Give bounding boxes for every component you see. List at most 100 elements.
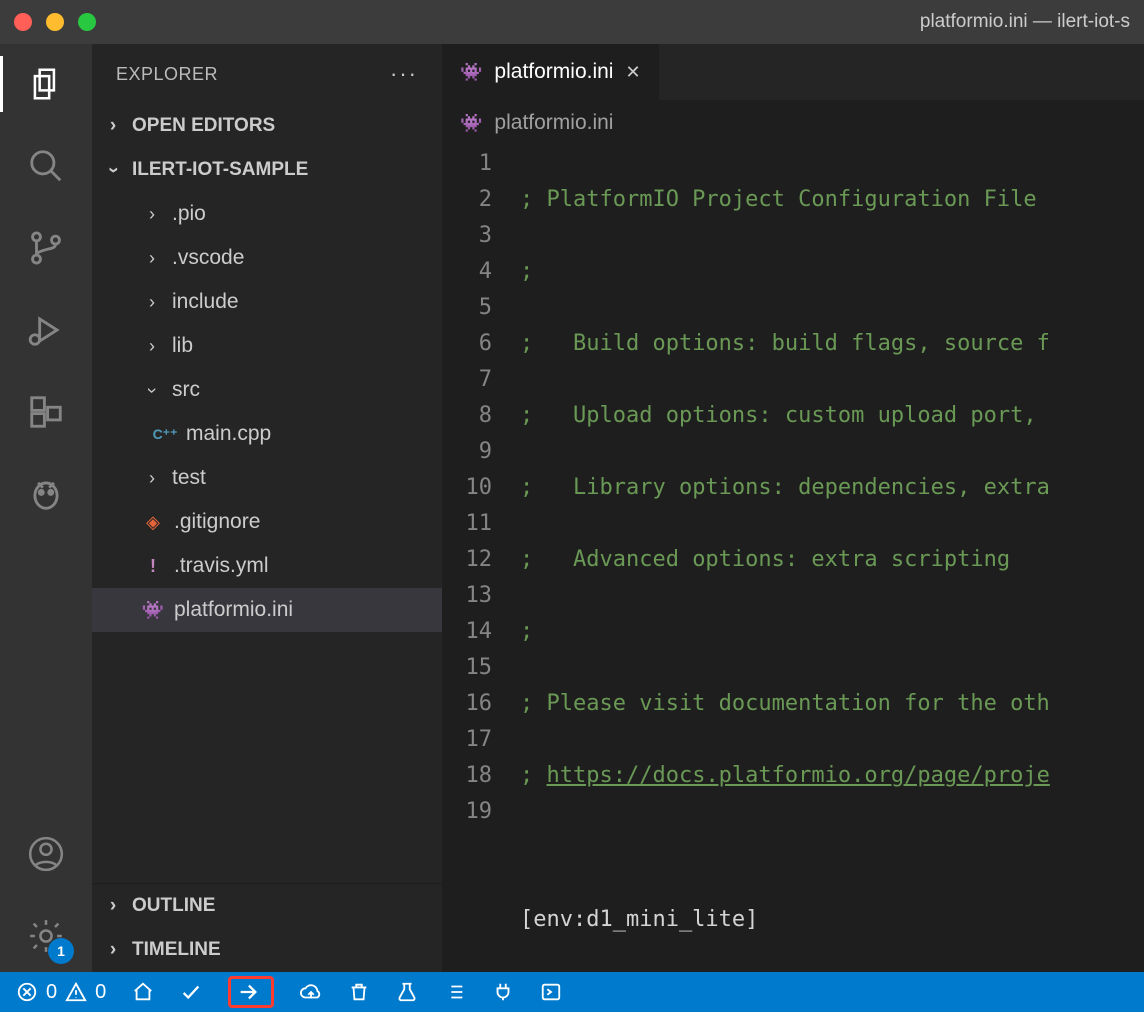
activity-bar: 1 xyxy=(0,44,92,972)
accounts-activity[interactable] xyxy=(24,832,68,876)
pio-remote-button[interactable] xyxy=(300,981,322,1003)
chevron-right-icon: › xyxy=(142,204,162,225)
debug-activity[interactable] xyxy=(24,308,68,352)
chevron-right-icon: › xyxy=(102,115,124,137)
tree-label: .travis.yml xyxy=(174,554,269,578)
settings-activity[interactable]: 1 xyxy=(24,914,68,958)
files-icon xyxy=(27,65,65,103)
tree-folder-src[interactable]: ›src xyxy=(92,368,442,412)
cloud-upload-icon xyxy=(300,981,322,1003)
open-editors-section[interactable]: › OPEN EDITORS xyxy=(92,104,442,148)
minimize-window-button[interactable] xyxy=(46,13,64,31)
platformio-icon xyxy=(27,475,65,513)
pio-build-button[interactable] xyxy=(180,981,202,1003)
line-number: 17 xyxy=(442,722,492,758)
error-icon xyxy=(16,981,38,1003)
outline-section[interactable]: › OUTLINE xyxy=(92,884,442,928)
check-icon xyxy=(180,981,202,1003)
chevron-right-icon: › xyxy=(102,939,124,961)
home-icon xyxy=(132,981,154,1003)
tab-platformio[interactable]: 👾 platformio.ini ✕ xyxy=(442,44,660,100)
tree-folder-vscode[interactable]: › .vscode xyxy=(92,236,442,280)
folder-section[interactable]: › ILERT-IOT-SAMPLE xyxy=(92,148,442,192)
extensions-activity[interactable] xyxy=(24,390,68,434)
beaker-icon xyxy=(396,981,418,1003)
code-editor[interactable]: 12345678910111213141516171819 ; Platform… xyxy=(442,146,1144,972)
tree-label: lib xyxy=(172,334,193,358)
chevron-down-icon: › xyxy=(142,380,163,400)
search-icon xyxy=(27,147,65,185)
pio-test-button[interactable] xyxy=(396,981,418,1003)
tree-file-platformio[interactable]: 👾platformio.ini xyxy=(92,588,442,632)
pio-terminal-button[interactable] xyxy=(540,981,562,1003)
tab-bar: 👾 platformio.ini ✕ xyxy=(442,44,1144,100)
line-number: 8 xyxy=(442,398,492,434)
line-number: 15 xyxy=(442,650,492,686)
maximize-window-button[interactable] xyxy=(78,13,96,31)
git-file-icon: ◈ xyxy=(142,512,164,533)
arrow-right-icon xyxy=(237,981,259,1003)
line-number: 1 xyxy=(442,146,492,182)
trash-icon xyxy=(348,981,370,1003)
pio-clean-button[interactable] xyxy=(348,981,370,1003)
line-number: 11 xyxy=(442,506,492,542)
tree-folder-lib[interactable]: › lib xyxy=(92,324,442,368)
section-label: OUTLINE xyxy=(132,895,215,917)
line-numbers: 12345678910111213141516171819 xyxy=(442,146,520,972)
tree-file-main-cpp[interactable]: C⁺⁺ main.cpp xyxy=(92,412,442,456)
tree-label: test xyxy=(172,466,206,490)
line-number: 12 xyxy=(442,542,492,578)
terminal-icon xyxy=(540,981,562,1003)
line-number: 18 xyxy=(442,758,492,794)
line-number: 10 xyxy=(442,470,492,506)
file-tree: ›.pio › .vscode › include › lib ›src C⁺⁺ mai… xyxy=(92,192,442,883)
sidebar-more-button[interactable]: ··· xyxy=(390,61,418,87)
tree-folder-include[interactable]: › include xyxy=(92,280,442,324)
line-number: 4 xyxy=(442,254,492,290)
cpp-file-icon: C⁺⁺ xyxy=(154,426,176,443)
warning-icon xyxy=(65,981,87,1003)
sidebar-header: EXPLORER ··· xyxy=(92,44,442,104)
source-control-activity[interactable] xyxy=(24,226,68,270)
chevron-right-icon: › xyxy=(102,895,124,917)
tree-label: .vscode xyxy=(172,246,244,270)
explorer-sidebar: EXPLORER ··· › OPEN EDITORS › ILERT-IOT-… xyxy=(92,44,442,972)
debug-icon xyxy=(27,311,65,349)
chevron-right-icon: › xyxy=(142,292,162,313)
line-number: 9 xyxy=(442,434,492,470)
tree-file-travis[interactable]: !.travis.yml xyxy=(92,544,442,588)
platformio-file-icon: 👾 xyxy=(460,113,482,134)
pio-tasks-button[interactable] xyxy=(444,981,466,1003)
pio-serial-button[interactable] xyxy=(492,981,514,1003)
close-window-button[interactable] xyxy=(14,13,32,31)
line-number: 14 xyxy=(442,614,492,650)
titlebar: platformio.ini — ilert-iot-s xyxy=(0,0,1144,44)
tree-file-gitignore[interactable]: ◈.gitignore xyxy=(92,500,442,544)
tree-folder-pio[interactable]: ›.pio xyxy=(92,192,442,236)
warning-count: 0 xyxy=(95,981,106,1004)
editor-area: 👾 platformio.ini ✕ 👾 platformio.ini 1234… xyxy=(442,44,1144,972)
tree-label: main.cpp xyxy=(186,422,271,446)
platformio-activity[interactable] xyxy=(24,472,68,516)
platformio-file-icon: 👾 xyxy=(460,62,482,83)
breadcrumbs[interactable]: 👾 platformio.ini xyxy=(442,100,1144,146)
tab-label: platformio.ini xyxy=(494,60,613,84)
window-title: platformio.ini — ilert-iot-s xyxy=(96,11,1130,33)
pio-upload-button[interactable] xyxy=(228,976,274,1008)
code-lines: ; PlatformIO Project Configuration File … xyxy=(520,146,1144,972)
chevron-right-icon: › xyxy=(142,336,162,357)
close-tab-button[interactable]: ✕ xyxy=(625,62,640,83)
line-number: 19 xyxy=(442,794,492,830)
search-activity[interactable] xyxy=(24,144,68,188)
timeline-section[interactable]: › TIMELINE xyxy=(92,928,442,972)
section-label: OPEN EDITORS xyxy=(132,115,275,137)
line-number: 5 xyxy=(442,290,492,326)
pio-home-button[interactable] xyxy=(132,981,154,1003)
problems-status[interactable]: 0 0 xyxy=(16,981,106,1004)
tree-folder-test[interactable]: ›test xyxy=(92,456,442,500)
explorer-activity[interactable] xyxy=(24,62,68,106)
tree-label: include xyxy=(172,290,239,314)
list-icon xyxy=(444,981,466,1003)
chevron-right-icon: › xyxy=(142,248,162,269)
breadcrumb-label: platformio.ini xyxy=(494,111,613,135)
